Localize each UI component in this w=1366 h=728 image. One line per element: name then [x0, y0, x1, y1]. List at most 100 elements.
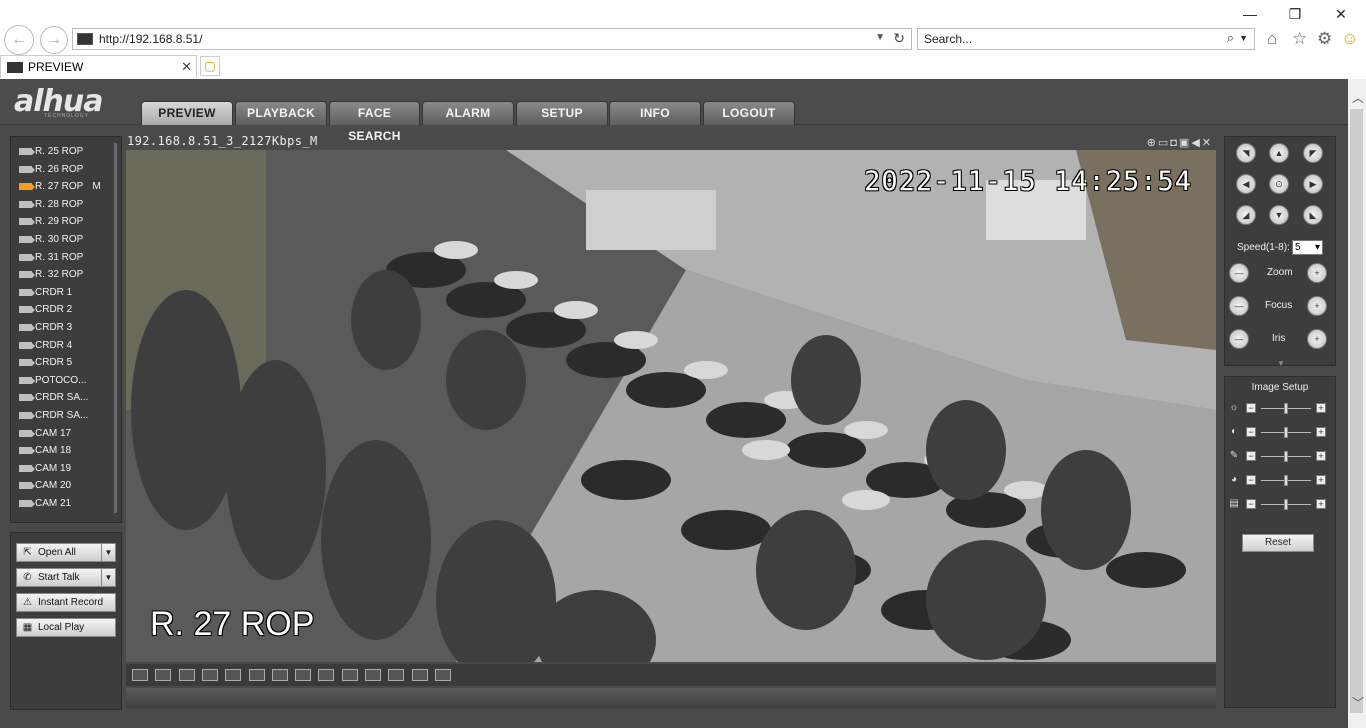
back-button[interactable]: ← — [4, 25, 34, 55]
layout-button[interactable] — [318, 669, 335, 681]
ptz-down-left-button[interactable]: ◢ — [1236, 205, 1256, 225]
channel-list-scrollbar[interactable] — [114, 143, 117, 513]
tab-face-search[interactable]: FACE SEARCH — [329, 101, 420, 143]
contrast-minus-button[interactable]: − — [1246, 427, 1256, 437]
refresh-icon[interactable]: ↻ — [893, 30, 905, 47]
close-icon[interactable]: ✕ — [181, 59, 192, 75]
channel-item[interactable]: R. 30 ROP — [19, 231, 83, 248]
start-talk-dropdown[interactable]: ▼ — [101, 568, 116, 587]
tab-playback[interactable]: PLAYBACK — [235, 101, 327, 125]
speed-select[interactable]: 5 — [1292, 240, 1323, 255]
layout-button[interactable] — [295, 669, 312, 681]
channel-item[interactable]: R. 26 ROP — [19, 161, 83, 178]
record-icon[interactable]: ▣ — [1179, 137, 1191, 149]
layout-button[interactable] — [341, 669, 358, 681]
instant-record-button[interactable]: ⚠ Instant Record — [16, 593, 116, 612]
chevron-down-icon[interactable]: ▼ — [1239, 33, 1248, 43]
saturation-plus-button[interactable]: + — [1316, 451, 1326, 461]
open-all-dropdown[interactable]: ▼ — [101, 543, 116, 562]
contrast-slider-thumb[interactable] — [1284, 427, 1288, 438]
hue-slider-thumb[interactable] — [1284, 475, 1288, 486]
channel-item[interactable]: CRDR 4 — [19, 337, 72, 354]
channel-item[interactable]: CRDR 2 — [19, 301, 72, 318]
channel-item[interactable]: CRDR 3 — [19, 319, 72, 336]
layout-button[interactable] — [411, 669, 428, 681]
audio-icon[interactable]: ◀ — [1191, 137, 1201, 149]
zoom-out-button[interactable]: — — [1229, 263, 1249, 283]
channel-item[interactable]: CRDR SA... — [19, 389, 88, 406]
channel-item[interactable]: R. 28 ROP — [19, 196, 83, 213]
sharpness-minus-button[interactable]: − — [1246, 499, 1256, 509]
ptz-left-button[interactable]: ◀ — [1236, 174, 1256, 194]
channel-item[interactable]: CRDR 1 — [19, 284, 72, 301]
channel-item[interactable]: CAM 19 — [19, 460, 71, 477]
layout-button[interactable] — [248, 669, 265, 681]
tab-alarm[interactable]: ALARM — [422, 101, 514, 125]
chevron-down-icon[interactable]: ▼ — [875, 32, 885, 43]
scroll-thumb[interactable] — [1350, 109, 1363, 713]
gear-icon[interactable]: ⚙ — [1317, 29, 1332, 49]
home-icon[interactable]: ⌂ — [1267, 29, 1277, 49]
layout-button[interactable] — [271, 669, 288, 681]
forward-button[interactable]: → — [40, 26, 68, 54]
layout-button[interactable] — [225, 669, 242, 681]
tab-logout[interactable]: LOGOUT — [703, 101, 795, 125]
contrast-plus-button[interactable]: + — [1316, 427, 1326, 437]
ptz-down-button[interactable]: ▼ — [1269, 205, 1289, 225]
reset-button[interactable]: Reset — [1242, 534, 1314, 552]
sharpness-slider-thumb[interactable] — [1284, 499, 1288, 510]
new-tab-button[interactable]: ▢ — [200, 56, 220, 76]
live-video[interactable]: 2022-11-15 14:25:54 R. 27 ROP — [126, 150, 1216, 662]
layout-button[interactable] — [155, 669, 172, 681]
brightness-slider-thumb[interactable] — [1284, 403, 1288, 414]
star-icon[interactable]: ☆ — [1292, 29, 1307, 49]
address-bar[interactable]: http://192.168.8.51/ ▼ ↻ — [72, 28, 912, 50]
iris-plus-button[interactable]: + — [1307, 329, 1327, 349]
channel-item[interactable]: CAM 21 — [19, 495, 71, 512]
open-all-button[interactable]: ⇱ Open All — [16, 543, 102, 562]
hue-plus-button[interactable]: + — [1316, 475, 1326, 485]
ptz-right-button[interactable]: ▶ — [1303, 174, 1323, 194]
ptz-center-button[interactable]: ⊙ — [1269, 174, 1289, 194]
close-window-button[interactable]: ✕ — [1329, 4, 1353, 24]
brightness-minus-button[interactable]: − — [1246, 403, 1256, 413]
channel-item[interactable]: R. 29 ROP — [19, 213, 83, 230]
saturation-slider-thumb[interactable] — [1284, 451, 1288, 462]
layout-button[interactable] — [365, 669, 381, 681]
tab-preview[interactable]: PREVIEW — [141, 101, 233, 125]
channel-item[interactable]: R. 31 ROP — [19, 249, 83, 266]
saturation-minus-button[interactable]: − — [1246, 451, 1256, 461]
smiley-icon[interactable]: ☺ — [1341, 29, 1358, 49]
iris-minus-button[interactable]: — — [1229, 329, 1249, 349]
ptz-up-right-button[interactable]: ◤ — [1303, 143, 1323, 163]
minimize-button[interactable]: — — [1238, 4, 1262, 24]
browser-tab[interactable]: PREVIEW ✕ — [0, 55, 197, 78]
ptz-down-right-button[interactable]: ◣ — [1303, 205, 1323, 225]
focus-plus-button[interactable]: + — [1307, 296, 1327, 316]
sharpness-plus-button[interactable]: + — [1316, 499, 1326, 509]
layout-button[interactable] — [132, 669, 148, 681]
layout-button[interactable] — [178, 669, 195, 681]
channel-item[interactable]: R. 27 ROP M — [19, 178, 101, 195]
page-scrollbar[interactable]: ︿ ﹀ — [1348, 79, 1366, 728]
focus-minus-button[interactable]: — — [1229, 296, 1249, 316]
channel-item[interactable]: R. 25 ROP — [19, 143, 83, 160]
channel-item[interactable]: CRDR 5 — [19, 354, 72, 371]
tab-setup[interactable]: SETUP — [516, 101, 608, 125]
search-input[interactable]: Search... ⌕ ▼ — [917, 28, 1255, 50]
start-talk-button[interactable]: ✆ Start Talk — [16, 568, 102, 587]
snapshot-icon[interactable]: ▭ — [1158, 137, 1170, 149]
close-icon[interactable]: ✕ — [1202, 137, 1213, 149]
scroll-up-icon[interactable]: ︿ — [1352, 89, 1364, 106]
zoom-icon[interactable]: ⊕ — [1147, 137, 1158, 149]
hue-minus-button[interactable]: − — [1246, 475, 1256, 485]
channel-item[interactable]: CAM 17 — [19, 425, 71, 442]
scroll-down-icon[interactable]: ﹀ — [1352, 694, 1364, 711]
zoom-in-button[interactable]: + — [1307, 263, 1327, 283]
channel-item[interactable]: CRDR SA... — [19, 407, 88, 424]
channel-item[interactable]: CAM 20 — [19, 477, 71, 494]
channel-item[interactable]: R. 32 ROP — [19, 266, 83, 283]
layout-button[interactable] — [201, 669, 218, 681]
brightness-plus-button[interactable]: + — [1316, 403, 1326, 413]
restore-button[interactable]: ❐ — [1283, 4, 1307, 24]
